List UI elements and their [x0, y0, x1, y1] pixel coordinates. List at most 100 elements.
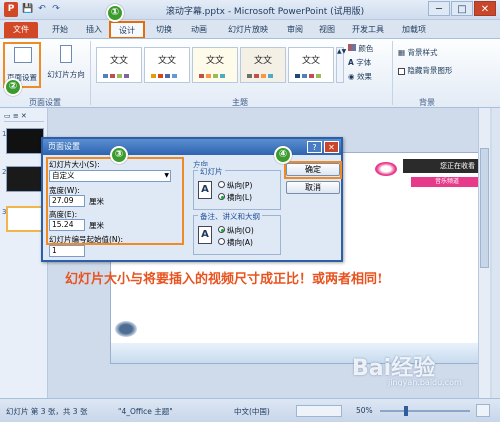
theme-thumb-2[interactable]: 文文 — [144, 47, 190, 83]
tab-slideshow[interactable]: 幻灯片放映 — [220, 22, 276, 38]
slide-thumbnail-2[interactable] — [6, 166, 44, 192]
zoom-slider-thumb[interactable] — [404, 406, 408, 416]
theme-thumb-4[interactable]: 文文 — [240, 47, 286, 83]
fonts-button[interactable]: A 字体 — [348, 57, 371, 68]
fit-window-icon[interactable] — [476, 404, 490, 417]
help-button[interactable]: ? — [307, 141, 322, 153]
maximize-button[interactable]: □ — [451, 1, 473, 16]
theme-scroll-icon[interactable]: ▲▼ — [336, 47, 346, 83]
tab-review[interactable]: 审阅 — [282, 22, 308, 38]
orientation-label: 幻灯片方向 — [47, 70, 85, 79]
group-label-themes: 主题 — [232, 98, 248, 107]
watching-banner: 您正在收看 — [403, 159, 483, 173]
effects-label: 效果 — [356, 72, 372, 81]
notes-portrait-radio[interactable] — [218, 226, 225, 233]
notes-page-icon: A — [198, 226, 212, 244]
slide-thumbnail-1[interactable] — [6, 128, 44, 154]
theme-text: 文文 — [301, 56, 320, 66]
height-input[interactable]: 15.24 — [49, 219, 85, 231]
fonts-label: 字体 — [356, 58, 372, 67]
minimize-button[interactable]: ─ — [428, 1, 450, 16]
notes-landscape-label: 横向(A) — [227, 238, 253, 247]
ribbon-tabs: 文件 开始 插入 设计 切换 动画 幻灯片放映 审阅 视图 开发工具 加载项 — [0, 20, 500, 39]
notes-portrait-label: 纵向(O) — [227, 226, 254, 235]
tab-design[interactable]: 设计 — [109, 21, 145, 39]
page-setup-dialog: 页面设置 ? ✕ 幻灯片大小(S): 自定义 ▼ 宽度(W): 27.09 厘米 … — [41, 137, 343, 262]
zoom-slider[interactable] — [380, 410, 470, 412]
checkbox-icon — [398, 67, 405, 75]
page-setup-icon — [14, 47, 32, 63]
cancel-button[interactable]: 取消 — [286, 181, 340, 194]
theme-status: "4_Office 主题" — [118, 407, 173, 416]
notes-landscape-radio[interactable] — [218, 238, 225, 245]
tab-view[interactable]: 视图 — [314, 22, 340, 38]
portrait-page-icon: A — [198, 181, 212, 199]
ribbon: 页面设置 幻灯片方向 页面设置 文文 文文 文文 文文 文文 ▲▼ 颜色 A 字… — [0, 38, 500, 108]
start-number-input[interactable]: 1 — [49, 245, 85, 257]
close-window-button[interactable]: ✕ — [474, 1, 496, 16]
tv-logo-icon — [375, 162, 397, 176]
colors-label: 颜色 — [358, 44, 374, 53]
slides-portrait-label: 纵向(P) — [227, 181, 253, 190]
slides-landscape-radio[interactable] — [218, 193, 225, 200]
undo-icon[interactable]: ↶ — [36, 3, 48, 16]
dialog-title: 页面设置 — [43, 139, 341, 155]
colors-button[interactable]: 颜色 — [348, 43, 373, 54]
slide-thumbnail-3[interactable] — [6, 206, 44, 232]
slides-orientation-box: 幻灯片 A 纵向(P) 横向(L) — [193, 166, 281, 210]
slides-landscape-label: 横向(L) — [227, 193, 253, 202]
orientation-icon — [60, 45, 72, 63]
slide-count-status: 幻灯片 第 3 张，共 3 张 — [6, 407, 88, 416]
group-label-background: 背景 — [419, 98, 435, 107]
effects-button[interactable]: ◉ 效果 — [348, 71, 372, 82]
tab-insert[interactable]: 插入 — [80, 22, 108, 38]
theme-text: 文文 — [253, 56, 272, 66]
window-title: 滚动字幕.pptx - Microsoft PowerPoint (试用版) — [165, 7, 365, 17]
bg-styles-label: 背景样式 — [407, 48, 438, 57]
tab-home[interactable]: 开始 — [46, 22, 74, 38]
pane-tabs[interactable]: ▭ ≡ ✕ — [4, 112, 44, 122]
powerpoint-logo-icon: P — [4, 2, 18, 17]
status-bar: 幻灯片 第 3 张，共 3 张 "4_Office 主题" 中文(中国) 50% — [0, 398, 500, 422]
background-styles-button[interactable]: ▦ 背景样式 — [398, 47, 437, 58]
instruction-caption: 幻灯片大小与将要插入的视频尺寸成正比！或两者相同! — [65, 272, 383, 287]
slide-orientation-button[interactable]: 幻灯片方向 — [44, 43, 88, 87]
tab-addins[interactable]: 加载项 — [396, 22, 432, 38]
vertical-scrollbar[interactable] — [478, 108, 490, 398]
tab-file[interactable]: 文件 — [4, 22, 38, 38]
ok-button[interactable]: 确定 — [286, 163, 340, 176]
group-label-page-setup: 页面设置 — [29, 98, 61, 107]
slide-logo-icon — [115, 321, 137, 337]
notes-group-label: 备注、讲义和大纲 — [198, 211, 262, 222]
tab-developer[interactable]: 开发工具 — [346, 22, 390, 38]
view-buttons[interactable] — [296, 405, 342, 417]
hide-background-checkbox[interactable]: 隐藏背景图形 — [398, 65, 452, 76]
language-status[interactable]: 中文(中国) — [234, 406, 270, 417]
hide-bg-label: 隐藏背景图形 — [407, 66, 453, 75]
slides-group-label: 幻灯片 — [198, 166, 225, 177]
theme-thumb-1[interactable]: 文文 — [96, 47, 142, 83]
slides-portrait-radio[interactable] — [218, 181, 225, 188]
scrollbar-thumb[interactable] — [480, 148, 489, 268]
theme-thumb-5[interactable]: 文文 — [288, 47, 334, 83]
save-icon[interactable]: 💾 — [22, 3, 34, 16]
music-channel-badge: 音乐频道 — [411, 177, 483, 187]
zoom-level[interactable]: 50% — [356, 406, 373, 415]
step-marker-3: ③ — [110, 146, 128, 164]
baidu-watermark-url: jingyan.baidu.com — [388, 378, 462, 387]
theme-thumb-3[interactable]: 文文 — [192, 47, 238, 83]
colors-icon — [348, 44, 356, 51]
slide-size-select[interactable]: 自定义 ▼ — [49, 170, 171, 182]
effects-icon: ◉ — [348, 72, 355, 81]
width-unit: 厘米 — [89, 197, 104, 206]
step-marker-1: ① — [106, 4, 124, 22]
dialog-close-button[interactable]: ✕ — [324, 141, 339, 153]
tab-animations[interactable]: 动画 — [184, 22, 214, 38]
theme-text: 文文 — [157, 56, 176, 66]
chevron-down-icon: ▼ — [164, 172, 169, 179]
notes-orientation-box: 备注、讲义和大纲 A 纵向(O) 横向(A) — [193, 211, 281, 255]
width-input[interactable]: 27.09 — [49, 195, 85, 207]
tab-transitions[interactable]: 切换 — [150, 22, 178, 38]
redo-icon[interactable]: ↷ — [50, 3, 62, 16]
start-number-label: 幻灯片编号起始值(N): — [49, 235, 123, 244]
